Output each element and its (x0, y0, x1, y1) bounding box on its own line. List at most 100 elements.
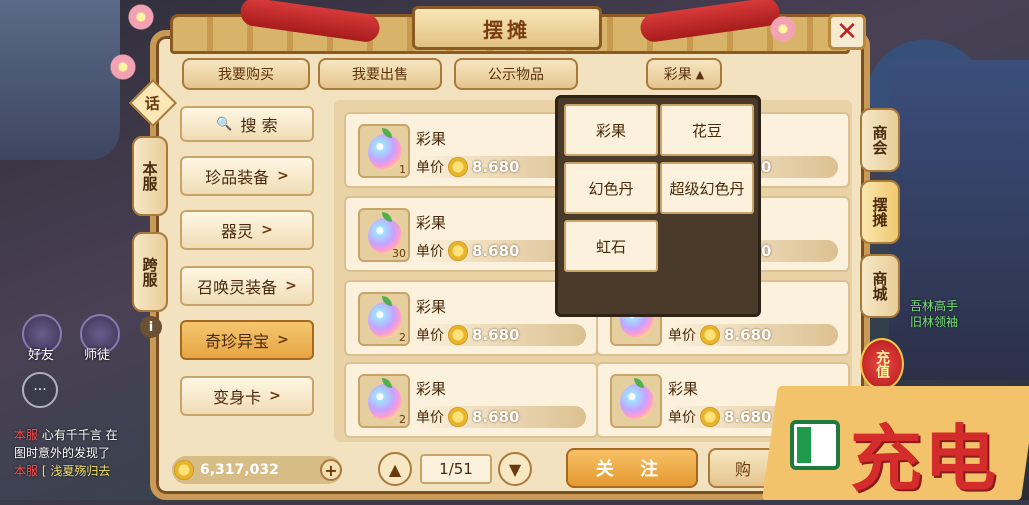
chat-line: 本服 [ 浅夏殇归去 (14, 464, 111, 478)
category-label: 器灵 (221, 222, 254, 241)
filter-option-rainbow-stone[interactable]: 虹石 (564, 220, 658, 272)
item-card[interactable]: 2 彩果 单价 8.680 (344, 362, 598, 438)
chat-button[interactable]: ··· (22, 372, 58, 408)
category-rare-equipment[interactable]: 珍品装备 > (180, 156, 314, 196)
search-button[interactable]: 🔍 搜 索 (180, 106, 314, 142)
chevron-right-icon: > (277, 168, 289, 184)
tab-chamber-of-commerce[interactable]: 商会 (860, 108, 900, 172)
item-quantity: 2 (399, 331, 406, 344)
coin-icon (448, 325, 468, 345)
tab-buy[interactable]: 我要购买 (182, 58, 310, 90)
tab-cross-server[interactable]: 跨服 (132, 232, 168, 312)
chat-line: 本服 心有千千言 在 (14, 428, 118, 442)
coin-icon (700, 407, 720, 427)
master-label: 师徒 (84, 348, 111, 363)
category-label: 变身卡 (213, 388, 262, 407)
item-filter-dropdown[interactable]: 彩果 ▲ (646, 58, 722, 90)
talk-badge-label: 话 (145, 94, 161, 113)
currency-amount: 6,317,032 (200, 462, 279, 478)
building-roof-decoration (0, 0, 120, 160)
prev-page-button[interactable]: ▲ (378, 452, 412, 486)
price-label: 单价 (416, 244, 444, 260)
friends-label: 好友 (28, 348, 55, 363)
category-summon-equipment[interactable]: 召唤灵装备 > (180, 266, 314, 306)
chevron-up-icon: ▲ (388, 459, 402, 479)
item-price: 8.680 (724, 326, 772, 344)
item-price: 8.680 (472, 408, 520, 426)
chat-log: 本服 心有千千言 在 图时意外的发现了 本服 [ 浅夏殇归去 (14, 426, 164, 480)
category-label: 召唤灵装备 (197, 278, 278, 297)
coin-icon (174, 460, 194, 480)
tab-stall[interactable]: 摆摊 (860, 180, 900, 244)
filter-option-flower-bean[interactable]: 花豆 (660, 104, 754, 156)
colorful-fruit-icon (368, 302, 402, 338)
building-right-decoration (889, 60, 1029, 380)
window-title: 摆摊 (412, 6, 602, 50)
chat-bubble-icon: ··· (33, 382, 47, 398)
category-transform-card[interactable]: 变身卡 > (180, 376, 314, 416)
item-icon-slot (610, 374, 662, 428)
chevron-down-icon: ▼ (508, 459, 522, 479)
colorful-fruit-icon (368, 134, 402, 170)
item-name: 彩果 (668, 380, 699, 398)
item-price: 8.680 (472, 242, 520, 260)
chevron-right-icon: > (285, 278, 297, 294)
price-label: 单价 (416, 328, 444, 344)
chevron-right-icon: > (277, 332, 289, 348)
price-label: 单价 (416, 160, 444, 176)
item-name: 彩果 (416, 214, 447, 232)
info-icon[interactable]: i (140, 316, 162, 338)
coin-icon (700, 325, 720, 345)
flower-decoration (128, 4, 154, 30)
tab-local-server[interactable]: 本服 (132, 136, 168, 216)
item-icon-slot: 30 (358, 208, 410, 262)
category-label: 珍品装备 (205, 168, 270, 187)
item-name: 彩果 (416, 130, 447, 148)
page-indicator: 1/51 (420, 454, 492, 484)
category-artifact-spirit[interactable]: 器灵 > (180, 210, 314, 250)
price-row: 单价 8.680 (416, 406, 586, 428)
filter-option-colorful-fruit[interactable]: 彩果 (564, 104, 658, 156)
filter-option-illusion-pill[interactable]: 幻色丹 (564, 162, 658, 214)
add-currency-button[interactable]: + (320, 459, 342, 481)
chevron-right-icon: > (269, 388, 281, 404)
price-row: 单价 8.680 (416, 324, 586, 346)
item-filter-menu: 彩果 花豆 幻色丹 超级幻色丹 虹石 (555, 95, 761, 317)
coin-icon (448, 407, 468, 427)
follow-button[interactable]: 关 注 (566, 448, 698, 488)
item-price: 8.680 (472, 326, 520, 344)
currency-display: 6,317,032 (172, 456, 342, 484)
close-icon: ✕ (836, 17, 858, 47)
item-name: 彩果 (416, 380, 447, 398)
colorful-fruit-icon (368, 384, 402, 420)
price-label: 单价 (416, 410, 444, 426)
price-label: 单价 (668, 328, 696, 344)
price-row: 单价 8.680 (668, 324, 838, 346)
overlay-text-line: 吾林高手 (910, 299, 959, 313)
item-quantity: 2 (399, 413, 406, 426)
item-icon-slot: 1 (358, 124, 410, 178)
recharge-button[interactable]: 充值 (860, 338, 904, 390)
chat-line: 图时意外的发现了 (14, 446, 111, 460)
colorful-fruit-icon (620, 384, 654, 420)
coin-icon (448, 241, 468, 261)
item-icon-slot: 2 (358, 292, 410, 346)
tab-mall[interactable]: 商城 (860, 254, 900, 318)
close-button[interactable]: ✕ (828, 14, 866, 50)
flower-decoration (770, 16, 796, 42)
item-quantity: 30 (392, 247, 406, 260)
search-label: 搜 索 (240, 116, 278, 135)
tab-sell[interactable]: 我要出售 (318, 58, 442, 90)
filter-label: 彩果 (663, 67, 692, 83)
filter-option-super-illusion-pill[interactable]: 超级幻色丹 (660, 162, 754, 214)
overlay-text-line: 旧林领袖 (910, 315, 959, 329)
tab-public-items[interactable]: 公示物品 (454, 58, 578, 90)
category-rare-treasures[interactable]: 奇珍异宝 > (180, 320, 314, 360)
battery-icon (790, 420, 840, 470)
watermark-text: 充电 (850, 417, 999, 501)
item-name: 彩果 (416, 298, 447, 316)
chevron-right-icon: > (261, 222, 273, 238)
item-icon-slot: 2 (358, 374, 410, 428)
caret-up-icon: ▲ (695, 67, 705, 81)
next-page-button[interactable]: ▼ (498, 452, 532, 486)
